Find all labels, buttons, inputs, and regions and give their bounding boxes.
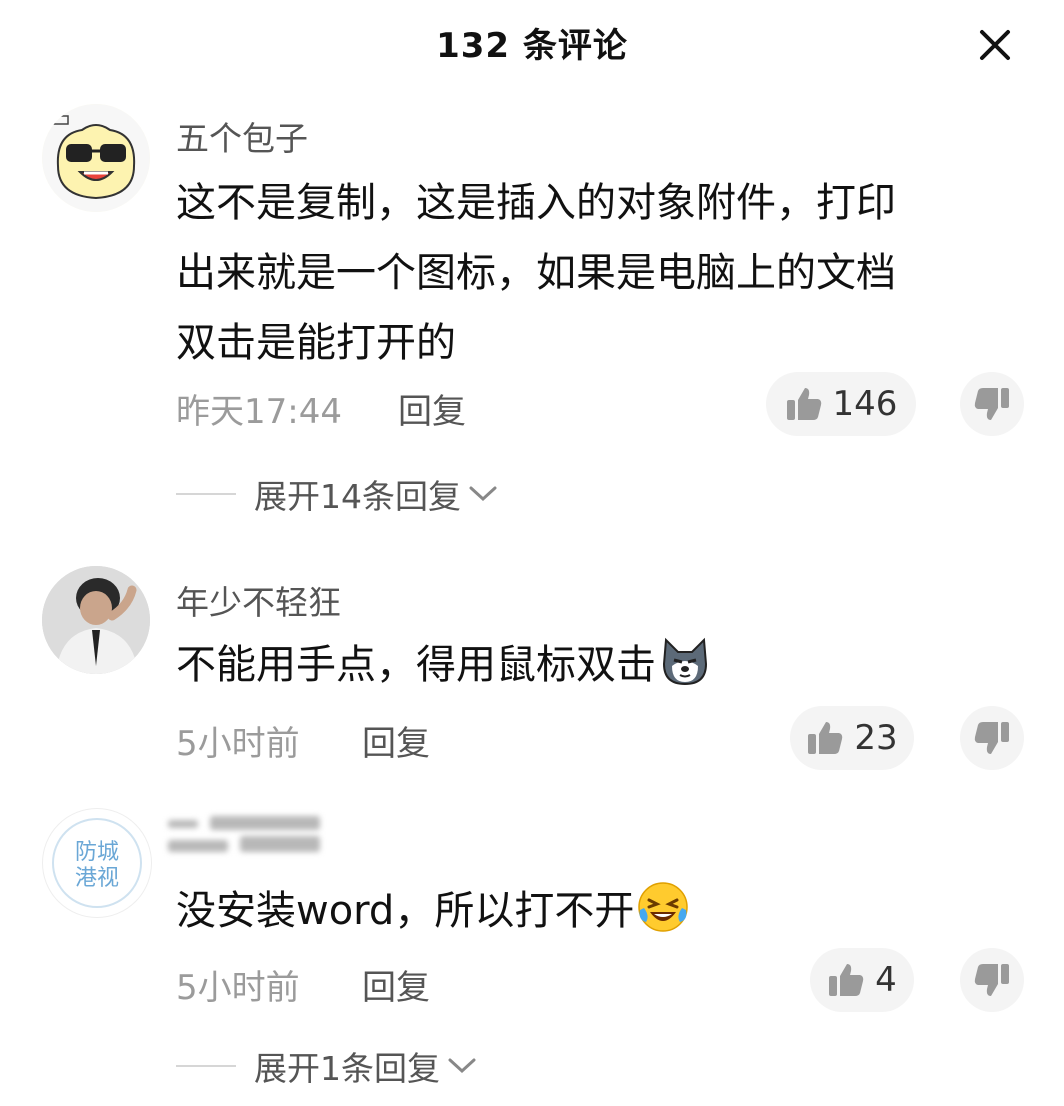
close-button[interactable]	[970, 20, 1020, 70]
expand-replies-label: 展开1条回复	[254, 1049, 440, 1088]
city-logo-avatar-icon: 防城 港视	[44, 810, 150, 916]
like-count: 146	[832, 384, 898, 424]
comment-time: 5小时前	[176, 968, 300, 1008]
expand-replies-button[interactable]: 展开1条回复	[176, 1042, 478, 1090]
avatar-logo-text: 防城	[75, 840, 119, 865]
comment-text: 不能用手点，得用鼠标双击	[176, 630, 1006, 700]
dislike-button[interactable]	[960, 706, 1024, 770]
comment-time: 5小时前	[176, 724, 300, 764]
avatar-logo-text: 港视	[75, 866, 119, 891]
comment-text: 这不是复制，这是插入的对象附件，打印 出来就是一个图标，如果是电脑上的文档 双击…	[176, 168, 1006, 378]
chevron-down-icon	[469, 486, 497, 502]
person-photo-avatar-icon	[42, 566, 150, 674]
like-button[interactable]: 4	[810, 948, 914, 1012]
like-count: 4	[875, 960, 897, 1000]
comment-text: 没安装word，所以打不开	[176, 876, 1006, 946]
sunglasses-bun-avatar-icon	[42, 104, 150, 212]
like-button[interactable]: 146	[766, 372, 916, 436]
divider-line	[176, 493, 236, 495]
avatar[interactable]	[42, 566, 150, 674]
comment-text-content: 不能用手点，得用鼠标双击	[176, 642, 656, 688]
close-icon	[980, 30, 1010, 60]
laughing-tears-emoji-icon	[638, 882, 689, 932]
thumbs-down-icon	[974, 388, 1009, 420]
expand-replies-button[interactable]: 展开14条回复	[176, 470, 499, 518]
like-button[interactable]: 23	[790, 706, 914, 770]
reply-button[interactable]: 回复	[398, 384, 466, 433]
reply-button[interactable]: 回复	[362, 716, 430, 765]
thumbs-down-icon	[974, 722, 1009, 754]
like-count: 23	[854, 718, 898, 758]
thumbs-down-icon	[974, 964, 1009, 996]
comment-text-content: 没安装word，所以打不开	[176, 888, 635, 934]
reply-button[interactable]: 回复	[362, 960, 430, 1009]
thumbs-up-icon	[808, 722, 843, 754]
divider-line	[176, 1065, 236, 1067]
comment-username[interactable]: 年少不轻狂	[176, 576, 341, 624]
comment-text-line: 这不是复制，这是插入的对象附件，打印	[176, 180, 896, 226]
comments-header: 132 条评论	[0, 0, 1064, 86]
expand-replies-label: 展开14条回复	[254, 477, 461, 516]
comment-time: 昨天17:44	[176, 392, 342, 432]
dislike-button[interactable]	[960, 372, 1024, 436]
avatar[interactable]: 防城 港视	[42, 808, 152, 918]
thumbs-up-icon	[829, 964, 864, 996]
comment-text-line: 出来就是一个图标，如果是电脑上的文档	[176, 250, 896, 296]
comment-text-line: 双击是能打开的	[176, 320, 456, 366]
dislike-button[interactable]	[960, 948, 1024, 1012]
comment-count-title: 132 条评论	[436, 26, 628, 66]
thumbs-up-icon	[786, 388, 821, 420]
comment-username[interactable]: 五个包子	[176, 112, 308, 160]
chevron-down-icon	[448, 1058, 476, 1074]
avatar[interactable]	[42, 104, 150, 212]
husky-emoji-icon	[662, 637, 708, 686]
